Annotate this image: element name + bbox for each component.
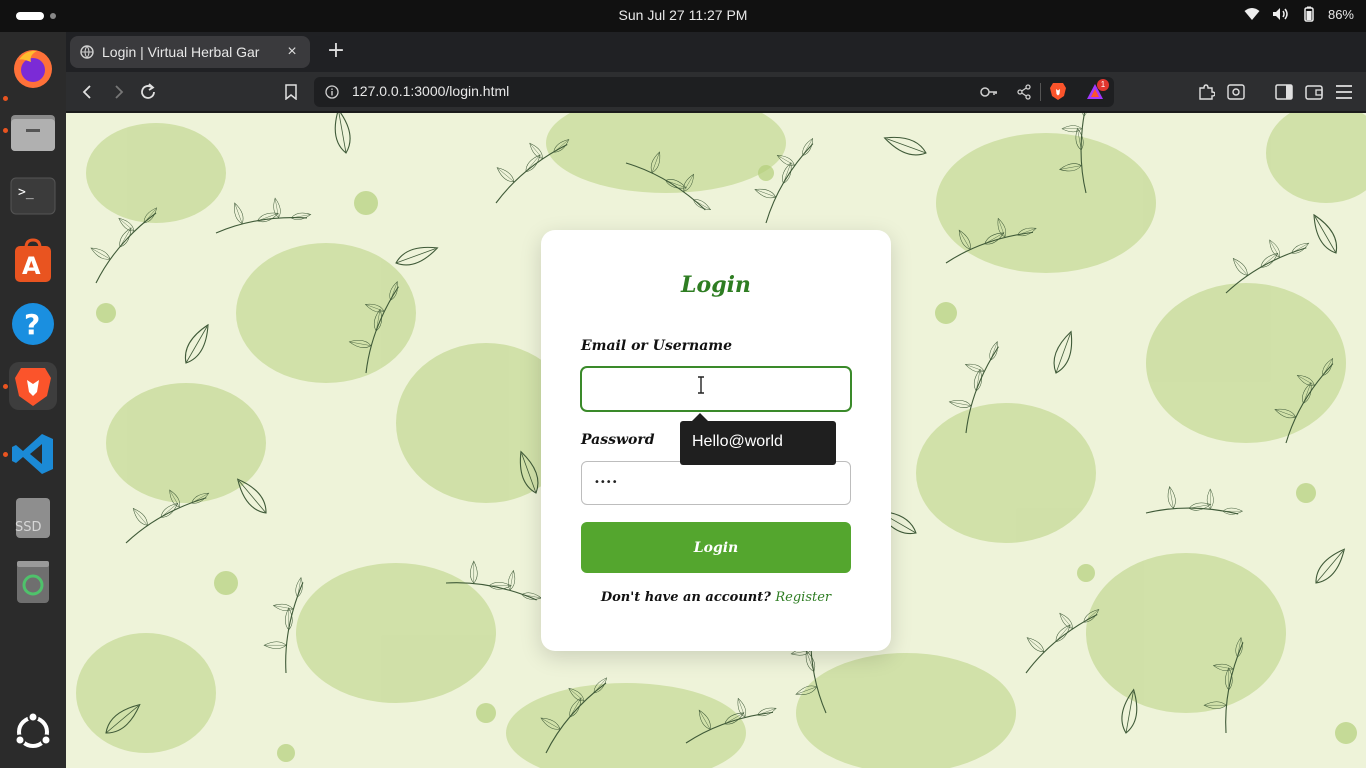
- forward-arrow-icon: [115, 85, 124, 99]
- register-prompt-text: Don't have an account?: [600, 590, 771, 605]
- leo-icon: [1227, 84, 1245, 100]
- dock-brave[interactable]: [9, 362, 57, 410]
- bookmark-button[interactable]: [279, 80, 303, 104]
- system-top-bar: Sun Jul 27 11:27 PM 86%: [0, 0, 1366, 32]
- email-label: Email or Username: [581, 338, 732, 354]
- login-heading: Login: [681, 272, 751, 298]
- tab-login[interactable]: Login | Virtual Herbal Gar ×: [70, 36, 310, 68]
- extensions-button[interactable]: [1194, 80, 1218, 104]
- login-button[interactable]: Login: [581, 522, 851, 573]
- dock-trash[interactable]: [9, 558, 57, 606]
- dock-files[interactable]: [9, 108, 57, 156]
- dock-terminal[interactable]: >_: [9, 172, 57, 220]
- terminal-icon: >_: [10, 177, 56, 215]
- dock: >_ A ? SSD: [0, 32, 66, 768]
- autofill-suggestion-tooltip[interactable]: Hello@world: [680, 413, 836, 465]
- system-tray[interactable]: 86%: [1244, 6, 1354, 22]
- running-indicator: [3, 452, 8, 457]
- menu-button[interactable]: [1332, 80, 1356, 104]
- new-tab-button[interactable]: +: [322, 38, 350, 66]
- reload-button[interactable]: [136, 80, 160, 104]
- dock-ssd[interactable]: SSD: [9, 494, 57, 542]
- dock-firefox[interactable]: [9, 44, 57, 92]
- address-bar[interactable]: 127.0.0.1:3000/login.html 1: [314, 77, 1114, 107]
- running-indicator: [3, 128, 8, 133]
- divider: [1040, 83, 1041, 101]
- svg-text:?: ?: [24, 308, 40, 341]
- battery-icon: [1304, 6, 1314, 22]
- trash-icon: [17, 561, 49, 603]
- dock-vscode[interactable]: [9, 430, 57, 478]
- key-icon[interactable]: [980, 85, 998, 99]
- hamburger-menu-icon: [1336, 85, 1352, 99]
- files-icon: [11, 115, 55, 151]
- vscode-icon: [12, 434, 53, 474]
- url-text: 127.0.0.1:3000/login.html: [352, 83, 510, 99]
- dock-app-center[interactable]: A: [9, 236, 57, 284]
- register-prompt: Don't have an account? Register: [541, 590, 891, 605]
- register-link[interactable]: Register: [775, 590, 831, 605]
- brave-rewards-button[interactable]: 1: [1086, 79, 1109, 101]
- password-input[interactable]: ••••: [581, 461, 851, 505]
- help-icon: ?: [12, 303, 54, 345]
- site-info-icon[interactable]: [325, 85, 339, 99]
- browser-tab-strip: Login | Virtual Herbal Gar × +: [66, 32, 1366, 72]
- wallet-icon: [1305, 85, 1323, 100]
- leo-ai-button[interactable]: [1224, 80, 1248, 104]
- wifi-icon: [1244, 8, 1260, 20]
- firefox-icon: [14, 50, 52, 88]
- running-indicator: [3, 384, 8, 389]
- battery-percent: 86%: [1327, 6, 1354, 22]
- puzzle-icon: [1199, 84, 1215, 100]
- globe-icon: [80, 45, 94, 59]
- password-label: Password: [581, 432, 655, 448]
- forward-button[interactable]: [106, 80, 130, 104]
- back-arrow-icon: [82, 85, 91, 99]
- sidebar-toggle-button[interactable]: [1272, 80, 1296, 104]
- clock[interactable]: Sun Jul 27 11:27 PM: [0, 7, 1366, 23]
- wallet-button[interactable]: [1302, 80, 1326, 104]
- brave-shields-icon[interactable]: [1050, 82, 1066, 101]
- volume-icon: [1272, 8, 1288, 20]
- tab-title: Login | Virtual Herbal Gar: [102, 44, 260, 60]
- brave-icon: [15, 368, 51, 406]
- ubuntu-logo-icon: [14, 712, 52, 748]
- text-cursor-icon: [698, 376, 704, 394]
- svg-text:>_: >_: [18, 185, 34, 200]
- tab-close-button[interactable]: ×: [284, 43, 300, 61]
- sidebar-icon: [1275, 84, 1293, 100]
- browser-toolbar: 127.0.0.1:3000/login.html 1: [66, 72, 1366, 112]
- share-icon[interactable]: [1016, 84, 1032, 100]
- page-viewport: Login Email or Username Password •••• Lo…: [66, 113, 1366, 768]
- email-username-input[interactable]: [581, 367, 851, 411]
- dock-help[interactable]: ?: [9, 300, 57, 348]
- svg-text:A: A: [22, 252, 41, 280]
- notification-badge: 1: [1097, 79, 1109, 91]
- reload-icon: [141, 83, 155, 99]
- bookmark-icon: [285, 84, 297, 100]
- dock-show-apps[interactable]: [9, 708, 57, 756]
- running-indicator: [3, 96, 8, 101]
- app-center-icon: A: [15, 238, 51, 282]
- back-button[interactable]: [76, 80, 100, 104]
- ssd-label: SSD: [15, 520, 42, 535]
